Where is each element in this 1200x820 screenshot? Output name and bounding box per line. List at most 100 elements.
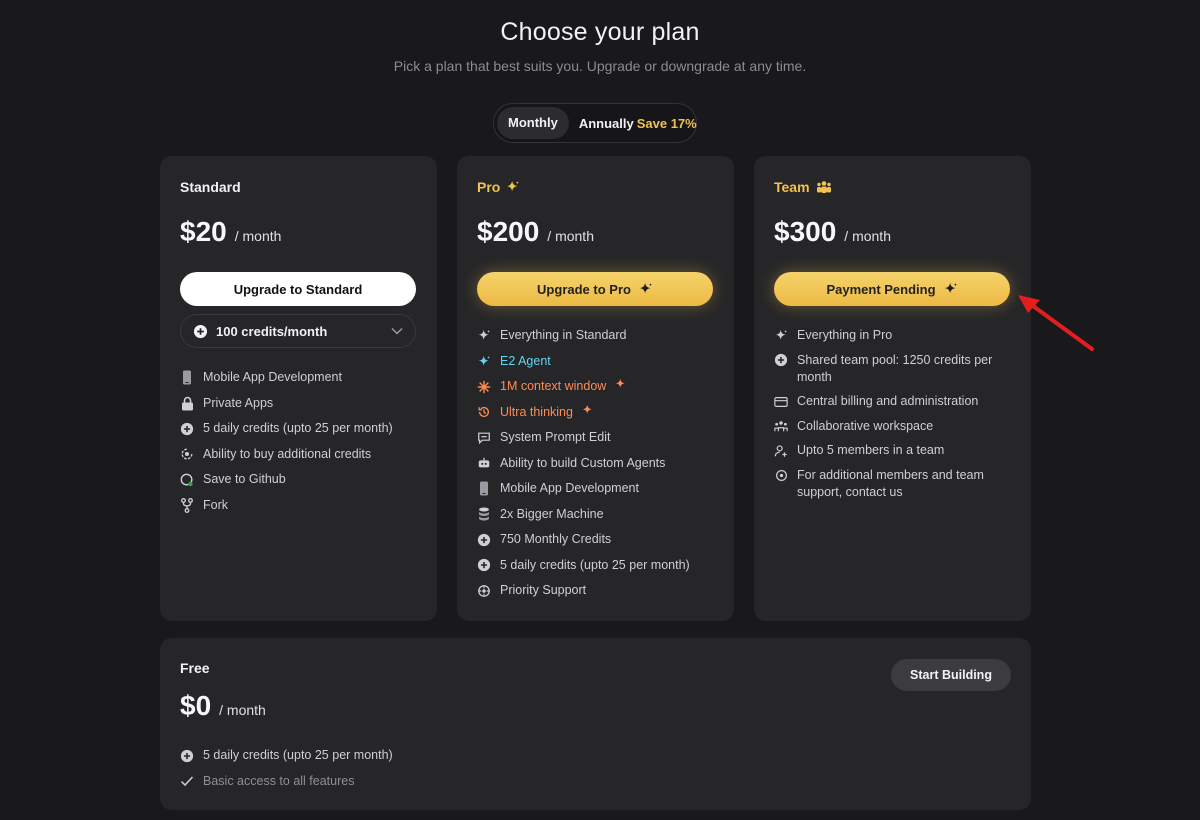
support-icon [477, 582, 491, 599]
annotation-arrow-icon [1015, 292, 1097, 354]
list-item: 750 Monthly Credits [477, 531, 717, 548]
payment-pending-button[interactable]: Payment Pending [774, 272, 1010, 306]
price-period: / month [234, 228, 282, 244]
feature-label: Mobile App Development [203, 370, 342, 384]
phone-icon [180, 369, 194, 386]
lock-icon [180, 395, 194, 412]
plan-name-label: Team [774, 179, 810, 195]
plan-name: Standard [180, 179, 241, 195]
feature-label: System Prompt Edit [500, 430, 611, 444]
feature-list: Everything in Standard E2 Agent 1M conte… [477, 327, 717, 608]
list-item: Ability to build Custom Agents [477, 455, 717, 472]
plus-circle-icon [180, 747, 194, 764]
plan-card-free: Free $0 / month Start Building 5 daily c… [160, 638, 1031, 810]
card-icon [774, 393, 788, 410]
phone-icon [477, 480, 491, 497]
people-icon [774, 418, 788, 435]
plus-circle-icon [180, 420, 194, 437]
list-item: Upto 5 members in a team [774, 442, 1014, 459]
plan-name: Pro [477, 179, 520, 195]
list-item: 5 daily credits (upto 25 per month) [180, 420, 420, 437]
feature-label: Collaborative workspace [797, 418, 934, 433]
feature-label: Private Apps [203, 395, 274, 410]
price-amount: $300 [774, 216, 837, 247]
feature-label: Ultra thinking [500, 404, 573, 419]
save-badge: Save 17% [636, 115, 697, 131]
database-icon [477, 506, 491, 523]
plan-name-label: Standard [180, 179, 241, 195]
feature-label: 1M context window [500, 379, 607, 393]
list-item: Mobile App Development [180, 369, 420, 386]
start-building-button[interactable]: Start Building [891, 659, 1011, 691]
plus-circle-icon [477, 557, 491, 574]
price-amount: $20 [180, 216, 227, 247]
feature-label: Fork [203, 497, 228, 512]
people-icon [816, 180, 832, 194]
button-label: Upgrade to Pro [537, 281, 631, 297]
prompt-edit-icon [477, 429, 491, 446]
button-label: Payment Pending [826, 281, 936, 297]
credits-select[interactable]: 100 credits/month [180, 314, 416, 348]
list-item: Everything in Standard [477, 327, 717, 344]
feature-label: For additional members and team support,… [797, 467, 984, 499]
feature-label: Shared team pool: 1250 credits per month [797, 352, 993, 384]
plan-name: Free [180, 660, 210, 676]
toggle-annually[interactable]: Annually Save 17% [569, 116, 697, 131]
feature-list: Everything in Pro Shared team pool: 1250… [774, 327, 1014, 508]
list-item: Collaborative workspace [774, 418, 1014, 435]
feature-label: 750 Monthly Credits [500, 532, 612, 546]
list-item: Mobile App Development [477, 480, 717, 497]
list-item: 1M context window [477, 378, 717, 395]
list-item: Ultra thinking [477, 404, 717, 421]
feature-label: Basic access to all features [203, 773, 355, 788]
feature-label: Mobile App Development [500, 481, 639, 495]
price-period: / month [547, 228, 594, 244]
github-icon [180, 471, 194, 488]
list-item: Central billing and administration [774, 393, 1014, 410]
billing-period-toggle: Monthly Annually Save 17% [493, 103, 697, 143]
price-period: / month [219, 702, 266, 718]
plan-price: $20 / month [180, 216, 281, 248]
check-icon [180, 773, 194, 790]
feature-label: Everything in Pro [797, 328, 893, 342]
sparkle-icon [639, 282, 653, 296]
plan-price: $200 / month [477, 216, 594, 248]
upgrade-to-pro-button[interactable]: Upgrade to Pro [477, 272, 713, 306]
user-add-icon [774, 442, 788, 459]
button-label: Start Building [910, 668, 992, 682]
page-title: Choose your plan [500, 18, 700, 46]
plan-price: $300 / month [774, 216, 891, 248]
list-item: For additional members and team support,… [774, 467, 1014, 501]
feature-label: Save to Github [203, 472, 286, 486]
sparkle-icon [477, 327, 491, 344]
feature-list: Mobile App Development Private Apps 5 da… [180, 369, 420, 522]
list-item: 5 daily credits (upto 25 per month) [180, 747, 420, 764]
support-icon [774, 467, 788, 484]
plus-circle-icon [477, 531, 491, 548]
history-icon [477, 404, 491, 421]
upgrade-to-standard-button[interactable]: Upgrade to Standard [180, 272, 416, 306]
list-item: Shared team pool: 1250 credits per month [774, 352, 1014, 386]
list-item: E2 Agent [477, 353, 717, 370]
robot-icon [477, 455, 491, 472]
feature-list: 5 daily credits (upto 25 per month) Basi… [180, 747, 420, 798]
list-item: Private Apps [180, 395, 420, 412]
list-item: Save to Github [180, 471, 420, 488]
list-item: Priority Support [477, 582, 717, 599]
feature-label: 5 daily credits (upto 25 per month) [203, 421, 393, 435]
plus-circle-icon [774, 352, 788, 369]
feature-label: E2 Agent [500, 353, 551, 368]
chevron-down-icon [391, 327, 403, 335]
toggle-annually-label: Annually [578, 115, 634, 131]
burst-icon [477, 378, 491, 395]
feature-label: 5 daily credits (upto 25 per month) [203, 748, 393, 762]
refresh-coin-icon [180, 446, 194, 463]
list-item: Fork [180, 497, 420, 514]
feature-label: Upto 5 members in a team [797, 443, 945, 457]
list-item: Basic access to all features [180, 773, 420, 790]
feature-label: Ability to buy additional credits [203, 446, 372, 461]
page-subtitle: Pick a plan that best suits you. Upgrade… [393, 58, 807, 74]
sparkle-icon [774, 327, 788, 344]
toggle-monthly[interactable]: Monthly [497, 107, 569, 139]
price-period: / month [844, 228, 891, 244]
